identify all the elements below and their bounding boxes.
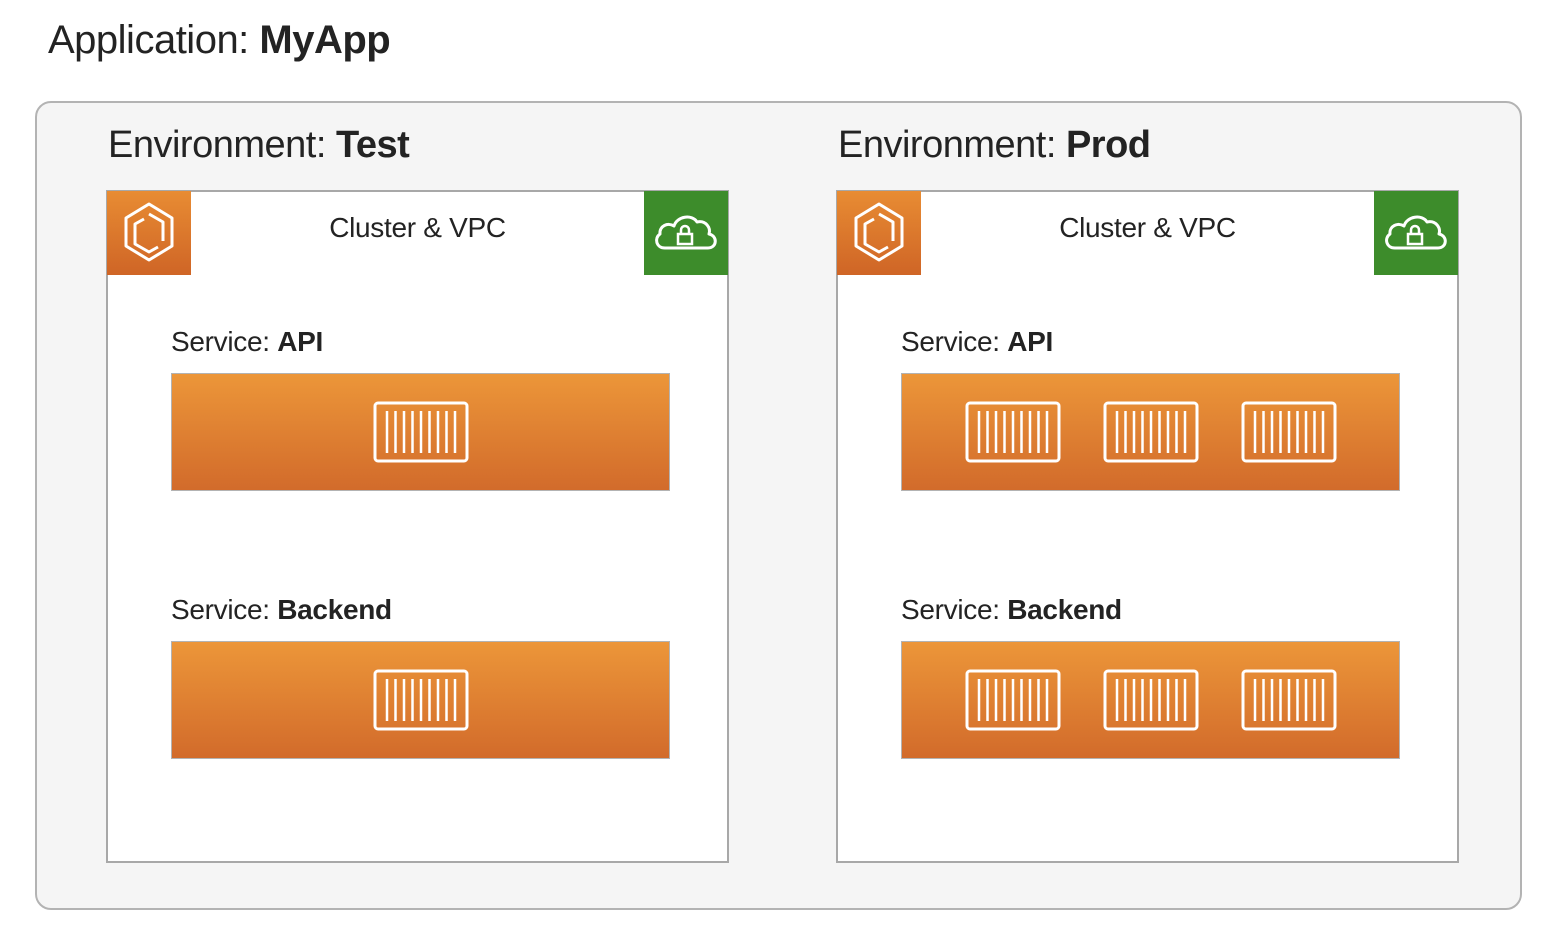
environment-name: Prod <box>1065 124 1151 166</box>
container-task-icon <box>1241 401 1336 463</box>
cluster-label: Cluster & VPC <box>1059 212 1236 243</box>
application-name: MyApp <box>259 18 391 62</box>
service-prefix: Service: <box>901 326 1008 357</box>
service-prefix: Service: <box>171 594 278 625</box>
service-prefix: Service: <box>171 326 278 357</box>
cluster-test: Cluster & VPC Service: API Service: Back… <box>106 190 729 863</box>
environment-title-prod: Environment: Prod <box>838 124 1151 167</box>
service-name: Backend <box>1007 594 1122 625</box>
service-label-api: Service: API <box>171 326 323 358</box>
environment-title-test: Environment: Test <box>108 124 410 167</box>
service-bar-backend <box>171 641 670 759</box>
service-name: API <box>277 326 324 357</box>
application-title: Application: MyApp <box>48 18 391 63</box>
container-task-icon <box>965 669 1060 731</box>
container-task-icon <box>373 401 468 463</box>
container-task-icon <box>1241 669 1336 731</box>
cluster-label: Cluster & VPC <box>329 212 506 243</box>
vpc-cloud-lock-icon <box>644 191 728 275</box>
container-task-icon <box>965 401 1060 463</box>
service-label-api: Service: API <box>901 326 1053 358</box>
environment-prefix: Environment: <box>838 124 1066 166</box>
environment-name: Test <box>335 124 410 166</box>
application-prefix: Application: <box>48 18 260 62</box>
environment-prefix: Environment: <box>108 124 336 166</box>
cluster-prod: Cluster & VPC Service: API Service: Back… <box>836 190 1459 863</box>
vpc-cloud-lock-icon <box>1374 191 1458 275</box>
service-label-backend: Service: Backend <box>901 594 1122 626</box>
service-bar-api <box>901 373 1400 491</box>
service-name: Backend <box>277 594 392 625</box>
service-name: API <box>1007 326 1054 357</box>
service-label-backend: Service: Backend <box>171 594 392 626</box>
service-bar-backend <box>901 641 1400 759</box>
service-bar-api <box>171 373 670 491</box>
container-task-icon <box>373 669 468 731</box>
container-task-icon <box>1103 401 1198 463</box>
service-prefix: Service: <box>901 594 1008 625</box>
container-task-icon <box>1103 669 1198 731</box>
